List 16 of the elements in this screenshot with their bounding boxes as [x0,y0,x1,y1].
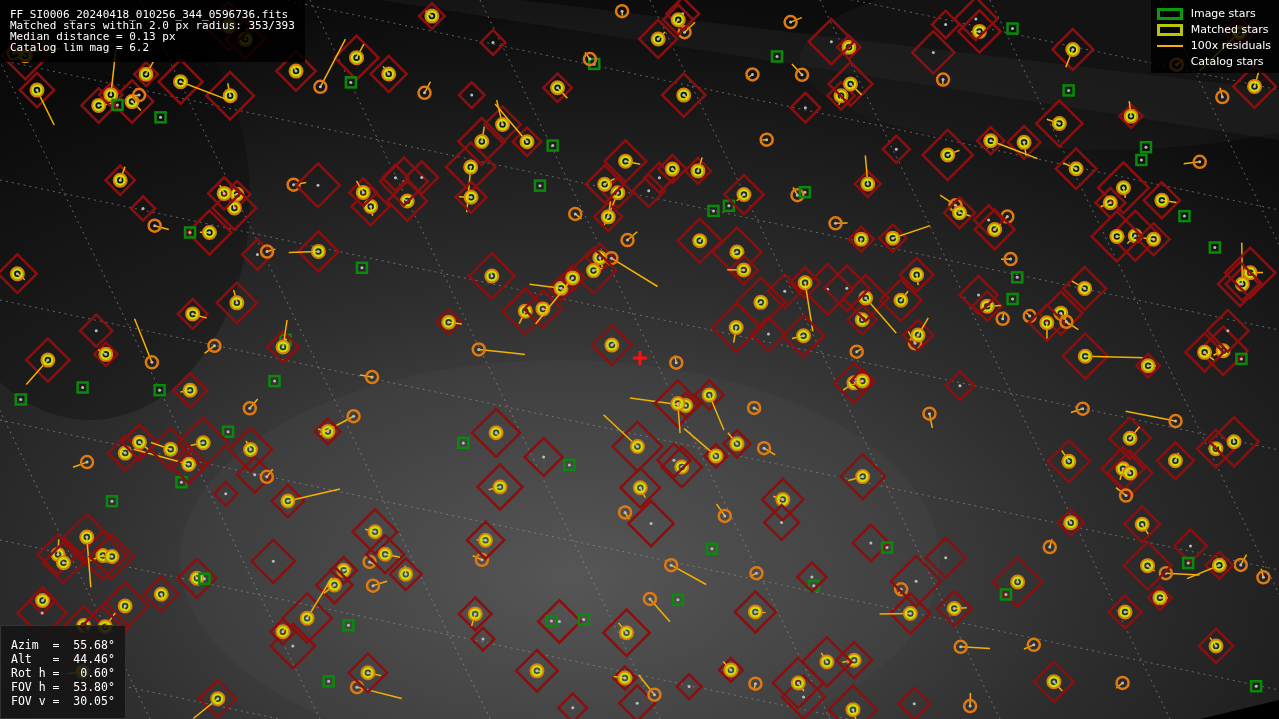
outline-box-icon [1156,23,1183,36]
legend-label: Image stars [1190,7,1256,20]
info-text: Median distance = 0.13 px [10,31,176,42]
pointing-text: Azim = 55.68° [11,638,115,652]
legend-label: 100x residuals [1190,39,1271,52]
pointing-text: FOV v = 30.05° [11,694,115,708]
outline-box-icon [1156,7,1183,20]
info-text: Matched stars within 2.0 px radius: 353/393 [10,20,295,31]
info-text: FF_SI0006_20240418_010256_344_0596736.fits [10,9,290,20]
line-icon [1156,44,1183,47]
pointing-text: Rot h = 0.60° [11,666,115,680]
legend-label: Matched stars [1190,23,1269,36]
info-text: Catalog lim mag = 6.2 [10,42,151,53]
legend-label: Catalog stars [1190,55,1264,68]
pointing-text: FOV h = 53.80° [11,680,115,694]
pointing-text: Alt = 44.46° [11,652,115,666]
